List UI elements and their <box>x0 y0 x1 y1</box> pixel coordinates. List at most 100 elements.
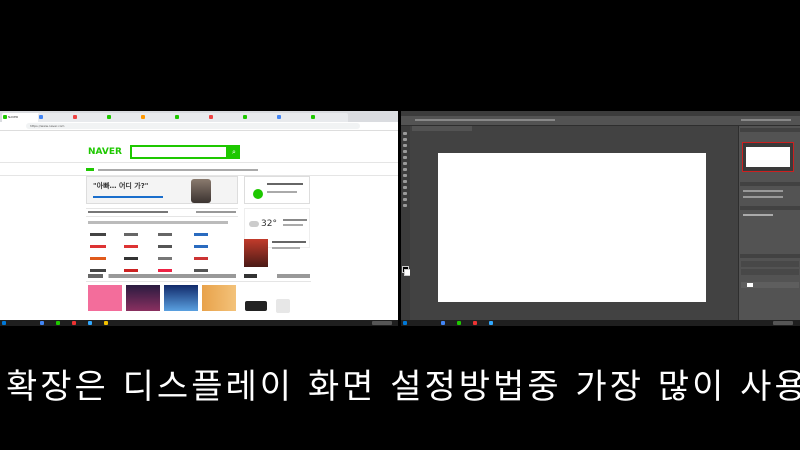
movie-poster[interactable] <box>244 239 268 267</box>
layer-thumbnail <box>747 283 753 287</box>
tab-naver[interactable]: NAVER <box>2 113 42 122</box>
browser-tab[interactable] <box>310 113 348 122</box>
content-thumb[interactable] <box>164 285 198 311</box>
photoshop-taskbar-icon[interactable] <box>88 321 92 325</box>
temperature: 32° <box>261 219 277 229</box>
chrome-taskbar-icon[interactable] <box>40 321 44 325</box>
content-tabs[interactable] <box>88 274 236 278</box>
photoshop-window <box>401 111 800 326</box>
navigator-panel-header[interactable] <box>740 128 800 132</box>
weather-text <box>283 224 303 226</box>
press-tabs[interactable] <box>88 221 228 224</box>
adjustment-icons[interactable] <box>743 190 783 192</box>
press-logo-grid[interactable] <box>90 233 230 293</box>
address-bar: https://www.naver.com <box>0 122 398 131</box>
divider <box>86 208 238 209</box>
movie-desc <box>272 247 300 249</box>
tab-favicon <box>107 115 111 119</box>
weather-text <box>283 219 307 221</box>
windows-start-icon[interactable] <box>2 321 6 325</box>
system-clock[interactable] <box>372 321 392 325</box>
ps-document-tab[interactable] <box>412 126 472 131</box>
login-text <box>267 183 303 185</box>
bookmarks-bar <box>0 131 398 137</box>
crop-tool-icon[interactable] <box>403 150 407 153</box>
shopping-item-image[interactable] <box>276 299 290 313</box>
naver-logo[interactable]: NAVER <box>88 145 128 159</box>
layers-filter-row[interactable] <box>741 261 799 267</box>
layers-blend-row[interactable] <box>741 269 799 275</box>
tab-bar: NAVER <box>0 111 398 122</box>
browser-tab[interactable] <box>174 113 212 122</box>
naver-favicon <box>3 115 7 119</box>
brush-tool-icon[interactable] <box>403 162 407 165</box>
layer-row-background[interactable] <box>741 282 799 288</box>
banner-headline: "아빠… 어디 가?" <box>93 182 149 190</box>
taskbar-icon[interactable] <box>473 321 477 325</box>
windows-start-icon[interactable] <box>403 321 407 325</box>
shopping-tabs[interactable] <box>244 274 310 278</box>
content-thumb[interactable] <box>88 285 122 311</box>
browser-tab[interactable] <box>106 113 144 122</box>
search-button[interactable]: ⌕ <box>228 145 240 159</box>
stamp-tool-icon[interactable] <box>403 168 407 171</box>
login-box[interactable] <box>244 176 310 204</box>
divider <box>0 162 398 163</box>
ps-options-bar[interactable] <box>401 116 800 126</box>
layers-panel-header[interactable] <box>740 254 800 258</box>
subtitle-caption: 확장은 디스플레이 화면 설정방법중 가장 많이 사용되는 방법입니다. <box>6 367 800 407</box>
tab-favicon <box>39 115 43 119</box>
ps-toolbar[interactable] <box>401 126 411 326</box>
tab-label: NAVER <box>8 115 19 119</box>
browser-tab[interactable] <box>242 113 280 122</box>
content-thumb[interactable] <box>126 285 160 311</box>
taskbar-icon[interactable] <box>72 321 76 325</box>
browser-tab[interactable] <box>72 113 110 122</box>
photoshop-taskbar-icon[interactable] <box>489 321 493 325</box>
news-ticker <box>88 211 168 213</box>
eraser-tool-icon[interactable] <box>403 174 407 177</box>
move-tool-icon[interactable] <box>403 132 407 135</box>
login-subtext <box>267 191 297 193</box>
options-controls <box>415 119 555 121</box>
divider <box>86 281 311 282</box>
avatar <box>253 189 263 199</box>
adjustment-icons[interactable] <box>743 196 783 198</box>
chrome-taskbar-icon[interactable] <box>441 321 445 325</box>
marquee-tool-icon[interactable] <box>403 138 407 141</box>
properties-panel-header[interactable] <box>740 206 800 210</box>
properties-text <box>743 214 773 216</box>
shape-tool-icon[interactable] <box>403 198 407 201</box>
shopping-item-image[interactable] <box>245 301 267 311</box>
eyedropper-tool-icon[interactable] <box>403 156 407 159</box>
taskbar-icon[interactable] <box>56 321 60 325</box>
browser-tab[interactable] <box>38 113 76 122</box>
browser-tab[interactable] <box>140 113 178 122</box>
tab-favicon <box>73 115 77 119</box>
browser-tab[interactable] <box>276 113 314 122</box>
pen-tool-icon[interactable] <box>403 186 407 189</box>
search-input[interactable] <box>130 145 228 159</box>
url-field[interactable]: https://www.naver.com <box>26 123 360 129</box>
adjustments-panel-header[interactable] <box>740 182 800 186</box>
tab-favicon <box>141 115 145 119</box>
browser-tab[interactable] <box>208 113 246 122</box>
type-tool-icon[interactable] <box>403 192 407 195</box>
folder-taskbar-icon[interactable] <box>104 321 108 325</box>
taskbar-icon[interactable] <box>457 321 461 325</box>
tab-favicon <box>311 115 315 119</box>
news-links[interactable] <box>196 211 236 213</box>
hand-tool-icon[interactable] <box>403 204 407 207</box>
ps-canvas[interactable] <box>438 153 706 302</box>
system-clock[interactable] <box>773 321 793 325</box>
content-thumb[interactable] <box>202 285 236 311</box>
search-icon: ⌕ <box>232 148 236 156</box>
navigator-preview[interactable] <box>742 142 794 172</box>
divider <box>86 216 238 217</box>
workspace-controls <box>741 119 791 121</box>
lasso-tool-icon[interactable] <box>403 144 407 147</box>
windows-taskbar <box>401 320 800 326</box>
gradient-tool-icon[interactable] <box>403 180 407 183</box>
ad-banner[interactable]: "아빠… 어디 가?" <box>86 176 238 204</box>
service-nav[interactable] <box>86 166 311 174</box>
